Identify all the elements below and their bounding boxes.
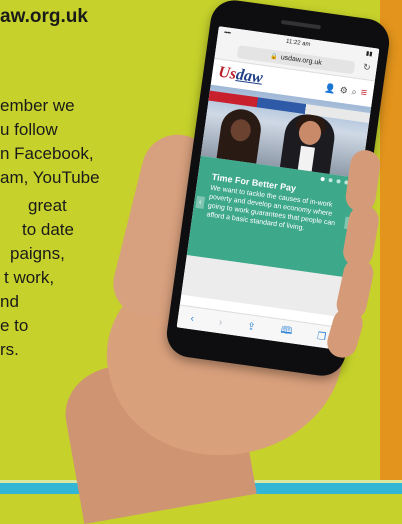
body-line: great <box>28 196 67 215</box>
carousel-dots[interactable] <box>320 176 349 185</box>
menu-icon[interactable]: ≡ <box>360 87 368 100</box>
carousel-dot[interactable] <box>328 177 333 183</box>
carousel-dot[interactable] <box>336 179 341 184</box>
share-icon[interactable]: ⇪ <box>246 321 256 333</box>
body-line: u follow <box>0 120 58 139</box>
lock-icon: 🔒 <box>269 53 279 61</box>
reload-icon[interactable]: ↻ <box>362 62 371 74</box>
back-icon[interactable]: ‹ <box>190 313 195 324</box>
body-line: nd <box>0 292 19 311</box>
accessibility-icon[interactable]: ⚙ <box>339 84 348 96</box>
body-line: n Facebook, <box>0 144 94 163</box>
user-icon[interactable]: 👤 <box>324 82 337 94</box>
body-line: to date <box>22 220 74 239</box>
battery-icon: ▮▮ <box>365 50 373 58</box>
header-icons: 👤 ⚙ ⌕ ≡ <box>324 82 368 100</box>
bookmarks-icon[interactable]: 🕮 <box>279 322 293 340</box>
url-text: usdaw.org.uk <box>280 53 323 67</box>
body-line: t work, <box>4 268 55 287</box>
tabs-icon[interactable]: ❐ <box>316 330 326 342</box>
forward-icon[interactable]: › <box>218 317 223 328</box>
body-line: paigns, <box>10 244 65 263</box>
body-line: rs. <box>0 340 19 359</box>
body-line: e to <box>0 316 29 335</box>
phone-speaker <box>280 19 322 30</box>
body-line: ember we <box>0 96 75 115</box>
website-heading: aw.org.uk <box>0 6 88 27</box>
carousel-dot[interactable] <box>320 176 325 182</box>
body-line: am, YouTube <box>0 168 100 187</box>
signal-icon: •••• <box>223 30 231 37</box>
search-icon[interactable]: ⌕ <box>351 86 357 98</box>
logo-text-accent: daw <box>234 66 264 87</box>
status-time: 11:22 am <box>285 38 311 49</box>
carousel-prev-arrow[interactable]: ‹ <box>195 195 206 209</box>
usdaw-logo[interactable]: Usdaw <box>217 64 264 88</box>
